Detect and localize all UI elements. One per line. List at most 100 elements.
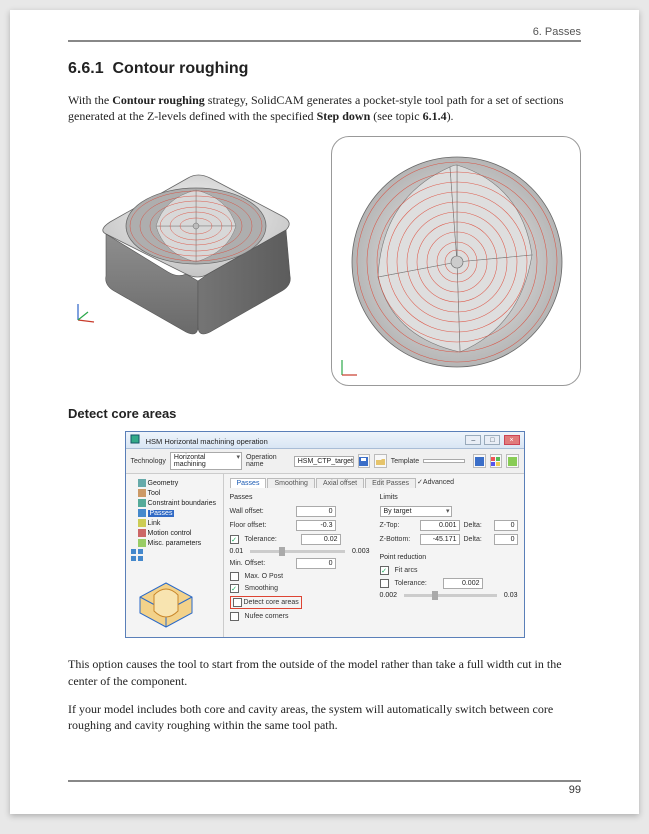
tab-smoothing[interactable]: Smoothing [267, 478, 314, 488]
dialog-window: HSM Horizontal machining operation – □ ×… [125, 431, 525, 638]
max-opost-checkbox[interactable] [230, 572, 239, 581]
smoothing-label: Smoothing [245, 585, 307, 592]
tree-item-link[interactable]: Link [130, 518, 219, 528]
close-button[interactable]: × [504, 435, 520, 445]
tree-item-tool[interactable]: Tool [130, 488, 219, 498]
tabs: Passes Smoothing Axial offset Edit Passe… [230, 478, 518, 488]
nufee-checkbox[interactable] [230, 612, 239, 621]
passes-icon [138, 509, 146, 517]
page-number: 99 [569, 784, 581, 796]
save-template-icon[interactable] [473, 454, 485, 468]
tree-item-motion[interactable]: Motion control [130, 528, 219, 538]
pr-tolerance-label: Tolerance: [395, 580, 439, 587]
smoothing-checkbox[interactable]: ✓ [230, 584, 239, 593]
swatch-icon[interactable] [506, 454, 518, 468]
floor-offset-label: Floor offset: [230, 522, 292, 529]
wall-offset-input[interactable]: 0 [296, 506, 336, 517]
link-icon [138, 519, 146, 527]
subheading-detect-core: Detect core areas [68, 406, 581, 421]
technology-combo[interactable]: Horizontal machining [170, 452, 242, 470]
dialog-screenshot: HSM Horizontal machining operation – □ ×… [68, 431, 581, 638]
parameters-panel: Passes Smoothing Axial offset Edit Passe… [224, 474, 524, 637]
palette-icon[interactable] [490, 454, 502, 468]
dialog-body: Geometry Tool Constraint boundaries Pass… [126, 474, 524, 637]
tolerance-label: Tolerance: [245, 536, 297, 543]
zbottom-delta-input[interactable]: 0 [494, 534, 518, 545]
cube-icon [138, 479, 146, 487]
min-offset-input[interactable]: 0 [296, 558, 336, 569]
tree-panel: Geometry Tool Constraint boundaries Pass… [126, 474, 224, 637]
tolerance-input[interactable]: 0.02 [301, 534, 341, 545]
minimize-button[interactable]: – [465, 435, 481, 445]
tol-max: 0.003 [352, 548, 370, 555]
figure-top-view [331, 136, 581, 386]
axis-triad-icon [72, 300, 98, 326]
opname-input[interactable]: HSM_CTP_target [294, 456, 354, 467]
point-reduction-label: Point reduction [380, 554, 518, 561]
advanced-toggle[interactable]: ✓Advanced [417, 478, 454, 488]
figure-row [68, 136, 581, 386]
operation-tree: Geometry Tool Constraint boundaries Pass… [130, 478, 219, 548]
ztop-delta-label: Delta: [464, 522, 490, 529]
tolerance-checkbox[interactable]: ✓ [230, 535, 239, 544]
wall-offset-label: Wall offset: [230, 508, 292, 515]
section-heading: 6.6.1 Contour roughing [68, 60, 581, 78]
tol-min: 0.01 [230, 548, 244, 555]
misc-icon [138, 539, 146, 547]
limits-group-label: Limits [380, 494, 518, 501]
section-number: 6.6.1 [68, 60, 104, 77]
template-label: Template [391, 458, 419, 465]
section-title: Contour roughing [112, 60, 248, 77]
pr-max: 0.03 [504, 592, 518, 599]
tree-item-geometry[interactable]: Geometry [130, 478, 219, 488]
tab-passes[interactable]: Passes [230, 478, 267, 488]
tree-bottom-icons [130, 548, 219, 563]
dialog-toolbar: Technology Horizontal machining Operatio… [126, 449, 524, 474]
pr-min: 0.002 [380, 592, 398, 599]
intro-paragraph: With the Contour roughing strategy, Soli… [68, 92, 581, 124]
passes-group-label: Passes [230, 494, 370, 501]
tree-item-passes[interactable]: Passes [130, 508, 219, 518]
tolerance-slider[interactable] [250, 550, 345, 553]
opname-label: Operation name [246, 454, 290, 468]
axis-xy-icon [338, 357, 360, 379]
tab-axial-offset[interactable]: Axial offset [316, 478, 364, 488]
chapter-label: 6. Passes [533, 26, 581, 38]
template-input[interactable] [423, 459, 465, 463]
page: 6. Passes 6.6.1 Contour roughing With th… [10, 10, 639, 814]
detect-core-highlight: Detect core areas [230, 596, 302, 609]
fit-arcs-checkbox[interactable]: ✓ [380, 566, 389, 575]
ztop-input[interactable]: 0.001 [420, 520, 460, 531]
maximize-button[interactable]: □ [484, 435, 500, 445]
ztop-delta-input[interactable]: 0 [494, 520, 518, 531]
fit-arcs-label: Fit arcs [395, 567, 457, 574]
window-icon [130, 434, 140, 444]
detect-core-checkbox[interactable] [233, 598, 242, 607]
ztop-label: Z-Top: [380, 522, 416, 529]
boundary-icon [138, 499, 146, 507]
min-offset-label: Min. Offset: [230, 560, 292, 567]
technology-label: Technology [131, 458, 166, 465]
tree-item-misc[interactable]: Misc. parameters [130, 538, 219, 548]
pr-slider[interactable] [404, 594, 497, 597]
grid-icon[interactable] [130, 548, 144, 562]
figure-3d-model [68, 136, 308, 336]
paragraph-1: This option causes the tool to start fro… [68, 656, 581, 688]
zbottom-delta-label: Delta: [464, 536, 490, 543]
tool-icon [138, 489, 146, 497]
floor-offset-input[interactable]: -0.3 [296, 520, 336, 531]
motion-icon [138, 529, 146, 537]
open-icon[interactable] [374, 454, 386, 468]
pr-tolerance-input[interactable]: 0.002 [443, 578, 483, 589]
preview-3d-icon [130, 567, 216, 633]
page-footer: 99 [68, 780, 581, 796]
tree-item-constraint[interactable]: Constraint boundaries [130, 498, 219, 508]
pr-tolerance-checkbox[interactable] [380, 579, 389, 588]
limits-by-combo[interactable]: By target [380, 506, 452, 517]
zbottom-input[interactable]: -45.171 [420, 534, 460, 545]
dialog-titlebar: HSM Horizontal machining operation – □ × [126, 432, 524, 449]
max-opost-label: Max. O Post [245, 573, 307, 580]
paragraph-2: If your model includes both core and cav… [68, 701, 581, 733]
tab-edit-passes[interactable]: Edit Passes [365, 478, 416, 488]
save-icon[interactable] [358, 454, 370, 468]
